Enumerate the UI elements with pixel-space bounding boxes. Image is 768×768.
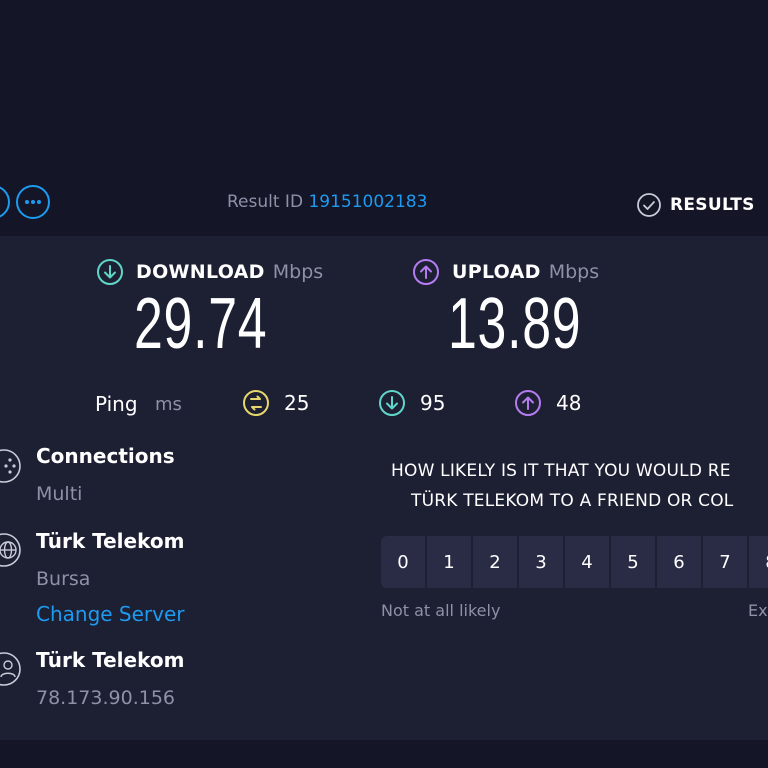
rating-button-4[interactable]: 4 (565, 536, 609, 588)
bottom-band (0, 740, 768, 768)
server-title: Türk Telekom (36, 529, 185, 553)
rating-button-7[interactable]: 7 (703, 536, 747, 588)
upload-label: UPLOAD (452, 261, 541, 283)
results-label: RESULTS (670, 195, 755, 215)
results-button[interactable]: RESULTS (636, 191, 755, 219)
rating-button-8[interactable]: 8 (749, 536, 768, 588)
arrow-up-circle-icon (515, 390, 541, 416)
download-header: DOWNLOAD Mbps (96, 258, 323, 286)
survey-question-line1: HOW LIKELY IS IT THAT YOU WOULD RE (391, 461, 731, 481)
rating-high-label-clip: Ex (748, 601, 768, 623)
rating-button-5[interactable]: 5 (611, 536, 655, 588)
more-dots-icon (25, 200, 41, 204)
upload-value: 13.89 (448, 284, 582, 364)
change-server-link[interactable]: Change Server (36, 602, 185, 626)
ping-idle-icon (243, 390, 269, 416)
ping-idle-value: 25 (284, 391, 310, 415)
user-icon (0, 652, 21, 686)
survey-question: HOW LIKELY IS IT THAT YOU WOULD RE TÜRK … (0, 461, 768, 521)
ping-idle: 25 (242, 389, 309, 417)
rating-low-label: Not at all likely (381, 601, 501, 620)
isp-title: Türk Telekom (36, 648, 185, 672)
ping-download: 95 (378, 389, 445, 417)
more-button[interactable] (16, 185, 50, 219)
arrow-down-circle-icon (97, 259, 123, 285)
arrow-up-circle-icon (413, 259, 439, 285)
rating-button-6[interactable]: 6 (657, 536, 701, 588)
download-unit: Mbps (272, 261, 324, 283)
download-value: 29.74 (134, 284, 268, 364)
rating-high-label: Ex (748, 601, 768, 620)
download-label: DOWNLOAD (136, 261, 265, 283)
result-id-value[interactable]: 19151002183 (308, 192, 427, 212)
upload-unit: Mbps (548, 261, 600, 283)
rating-button-3[interactable]: 3 (519, 536, 563, 588)
ping-unit: ms (155, 394, 182, 415)
rating-scale: 0 1 2 3 4 5 6 7 8 (381, 536, 768, 588)
upload-header: UPLOAD Mbps (412, 258, 599, 286)
ping-upload-value: 48 (556, 391, 582, 415)
survey-question-line2: TÜRK TELEKOM TO A FRIEND OR COL (411, 491, 734, 511)
server-location: Bursa (36, 568, 91, 590)
isp-ip: 78.173.90.156 (36, 687, 176, 709)
ping-upload: 48 (514, 389, 581, 417)
check-circle-icon (637, 193, 661, 217)
rating-button-0[interactable]: 0 (381, 536, 425, 588)
result-id-label: Result ID (227, 192, 304, 212)
ping-label: Ping (95, 392, 138, 416)
result-id: Result ID 19151002183 (227, 192, 427, 212)
rating-button-2[interactable]: 2 (473, 536, 517, 588)
rating-button-1[interactable]: 1 (427, 536, 471, 588)
globe-icon (0, 533, 21, 567)
ping-download-value: 95 (420, 391, 446, 415)
arrow-down-circle-icon (379, 390, 405, 416)
top-band (0, 0, 768, 180)
